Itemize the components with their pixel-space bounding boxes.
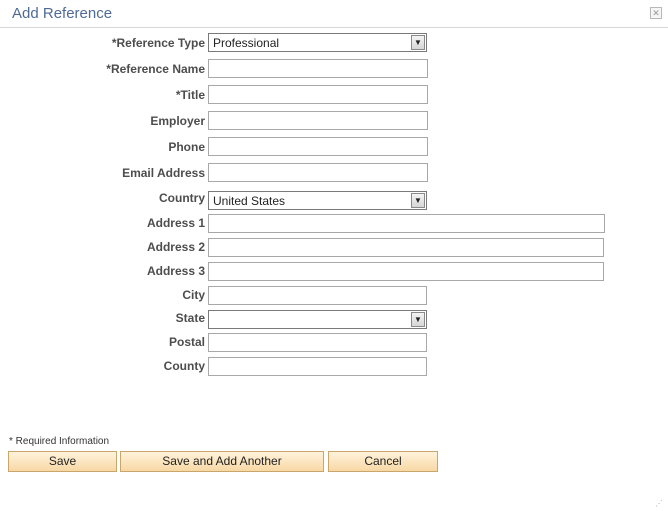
email-input[interactable] <box>208 163 428 182</box>
reference-type-select[interactable]: Professional ▼ <box>208 33 427 52</box>
postal-label: Postal <box>168 335 205 349</box>
state-select[interactable]: ▼ <box>208 310 427 329</box>
country-value: United States <box>213 194 286 208</box>
address1-input[interactable] <box>208 214 605 233</box>
resize-grip-icon[interactable]: ⋰ <box>655 499 665 509</box>
county-input[interactable] <box>208 357 427 376</box>
title-input[interactable] <box>208 85 428 104</box>
email-label: Email Address <box>122 166 205 180</box>
address2-input[interactable] <box>208 238 604 257</box>
phone-label: Phone <box>168 140 205 154</box>
title-label: *Title <box>175 88 205 102</box>
save-button[interactable]: Save <box>8 451 117 472</box>
address3-label: Address 3 <box>146 264 205 278</box>
chevron-down-icon[interactable]: ▼ <box>411 193 425 208</box>
address3-input[interactable] <box>208 262 604 281</box>
chevron-down-icon[interactable]: ▼ <box>411 35 425 50</box>
required-note: * Required Information <box>9 436 110 447</box>
reference-name-input[interactable] <box>208 59 428 78</box>
employer-input[interactable] <box>208 111 428 130</box>
address1-label: Address 1 <box>146 216 205 230</box>
state-label: State <box>175 311 205 325</box>
reference-type-value: Professional <box>213 36 280 50</box>
country-label: Country <box>159 191 205 205</box>
dialog-header: Add Reference ✕ <box>0 0 668 28</box>
dialog-title: Add Reference <box>12 5 113 22</box>
chevron-down-icon[interactable]: ▼ <box>411 312 425 327</box>
employer-label: Employer <box>150 114 205 128</box>
country-select[interactable]: United States ▼ <box>208 191 427 210</box>
postal-input[interactable] <box>208 333 427 352</box>
reference-name-label: *Reference Name <box>106 62 205 76</box>
cancel-button[interactable]: Cancel <box>328 451 438 472</box>
close-icon[interactable]: ✕ <box>650 7 662 19</box>
phone-input[interactable] <box>208 137 428 156</box>
city-label: City <box>182 288 205 302</box>
address2-label: Address 2 <box>146 240 205 254</box>
county-label: County <box>163 359 205 373</box>
city-input[interactable] <box>208 286 427 305</box>
save-and-add-another-button[interactable]: Save and Add Another <box>120 451 324 472</box>
reference-type-label: *Reference Type <box>111 36 205 50</box>
